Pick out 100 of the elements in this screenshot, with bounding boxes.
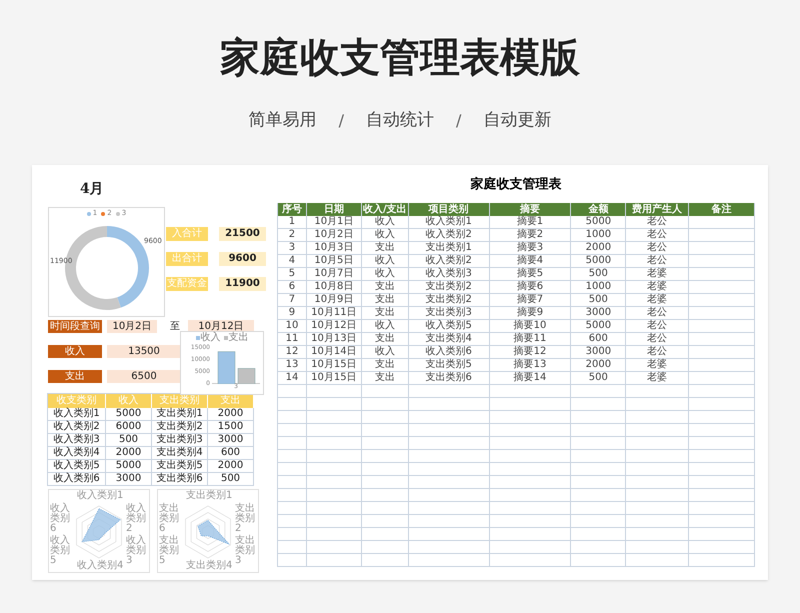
table-cell: 2 bbox=[278, 229, 307, 241]
table-cell: 老公 bbox=[626, 242, 690, 254]
table-cell: 收入类别6 bbox=[408, 346, 490, 358]
table-cell: 摘要4 bbox=[490, 255, 572, 267]
table-cell: 摘要13 bbox=[490, 359, 572, 371]
column-header: 日期 bbox=[306, 203, 362, 216]
month-label: 4月 bbox=[80, 181, 105, 197]
table-cell: 支出类别6 bbox=[152, 473, 208, 485]
table-cell: 老公 bbox=[626, 255, 690, 267]
axis-label: 支出类别4 bbox=[186, 561, 232, 571]
table-cell: 收入类别5 bbox=[48, 460, 106, 472]
table-cell: 摘要12 bbox=[490, 346, 572, 358]
table-cell: 支出 bbox=[362, 359, 409, 371]
table-cell: 1000 bbox=[571, 281, 626, 293]
table-cell: 摘要2 bbox=[490, 229, 572, 241]
table-cell: 10月8日 bbox=[306, 281, 362, 293]
table-cell: 老婆 bbox=[626, 359, 690, 371]
table-cell: 6 bbox=[278, 281, 307, 293]
summary-label: 出合计 bbox=[166, 252, 208, 266]
table-cell: 老婆 bbox=[626, 294, 690, 306]
table-cell: 支出 bbox=[362, 372, 409, 384]
table-cell: 支出 bbox=[362, 294, 409, 306]
legend-label: 支出 bbox=[228, 333, 248, 343]
table-cell: 5000 bbox=[571, 320, 626, 332]
table-cell: 支出类别1 bbox=[152, 408, 208, 420]
table-cell: 12 bbox=[278, 346, 307, 358]
table-cell: 4 bbox=[278, 255, 307, 267]
axis-label: 支出类别1 bbox=[186, 491, 232, 501]
table-cell: 10月15日 bbox=[306, 372, 362, 384]
legend-swatch-icon bbox=[196, 336, 200, 340]
table-cell: 支出类别4 bbox=[408, 333, 490, 345]
table-cell: 收入 bbox=[362, 268, 409, 280]
legend-label: 收入 bbox=[200, 333, 220, 343]
table-cell: 5000 bbox=[571, 255, 626, 267]
table-cell: 3000 bbox=[106, 473, 152, 485]
table-cell: 9 bbox=[278, 307, 307, 319]
table-cell: 500 bbox=[571, 294, 626, 306]
table-cell: 收入类别1 bbox=[48, 408, 106, 420]
table-cell: 500 bbox=[106, 434, 152, 446]
table-cell: 支出类别3 bbox=[408, 307, 490, 319]
axis-label: 收入类别5 bbox=[50, 536, 71, 566]
table-cell: 2000 bbox=[571, 359, 626, 371]
table-cell: 3000 bbox=[571, 346, 626, 358]
range-separator: 至 bbox=[170, 322, 180, 332]
table-cell: 3000 bbox=[208, 434, 254, 446]
summary-value: 9600 bbox=[219, 252, 266, 266]
table-cell: 6000 bbox=[106, 421, 152, 433]
table-cell: 支出 bbox=[362, 333, 409, 345]
table-cell: 2000 bbox=[208, 408, 254, 420]
table-cell: 摘要5 bbox=[490, 268, 572, 280]
column-header: 收入/支出 bbox=[362, 203, 409, 216]
column-header: 备注 bbox=[689, 203, 756, 216]
total-value: 6500 bbox=[107, 370, 181, 383]
table-cell: 10月13日 bbox=[306, 333, 362, 345]
table-cell: 摘要7 bbox=[490, 294, 572, 306]
axis-label: 收入类别1 bbox=[77, 491, 124, 501]
feature-tag: 简单易用 bbox=[248, 108, 317, 134]
total-label: 收入 bbox=[48, 345, 102, 358]
table-cell: 600 bbox=[571, 333, 626, 345]
table-cell: 支出 bbox=[362, 281, 409, 293]
table-cell: 10月15日 bbox=[306, 359, 362, 371]
table-cell: 支出 bbox=[362, 242, 409, 254]
table-cell: 收入 bbox=[362, 346, 409, 358]
summary-value: 21500 bbox=[219, 227, 266, 241]
table-cell: 摘要14 bbox=[490, 372, 572, 384]
table-cell: 收入 bbox=[362, 229, 409, 241]
table-cell: 10月14日 bbox=[306, 346, 362, 358]
column-header: 收入 bbox=[106, 394, 152, 408]
table-cell: 500 bbox=[571, 372, 626, 384]
table-cell: 10月7日 bbox=[306, 268, 362, 280]
date-field[interactable]: 10月2日 bbox=[107, 320, 157, 333]
table-cell: 10月12日 bbox=[306, 320, 362, 332]
column-header: 序号 bbox=[278, 203, 307, 216]
table-cell: 支出类别4 bbox=[152, 447, 208, 459]
column-header: 收支类别 bbox=[48, 394, 106, 408]
table-cell: 10 bbox=[278, 320, 307, 332]
table-cell: 3 bbox=[278, 242, 307, 254]
table-cell: 摘要9 bbox=[490, 307, 572, 319]
table-cell: 摘要3 bbox=[490, 242, 572, 254]
table-cell: 收入类别3 bbox=[48, 434, 106, 446]
legend-swatch-icon bbox=[224, 336, 228, 340]
table-cell: 支出类别3 bbox=[152, 434, 208, 446]
table-cell: 600 bbox=[208, 447, 254, 459]
table-cell: 13 bbox=[278, 359, 307, 371]
table-cell: 收入类别4 bbox=[48, 447, 106, 459]
table-cell: 收入 bbox=[362, 216, 409, 228]
page-title: 家庭收支管理表模版 bbox=[220, 34, 580, 83]
table-cell: 10月11日 bbox=[306, 307, 362, 319]
table-cell: 老公 bbox=[626, 346, 690, 358]
table-cell: 支出类别2 bbox=[152, 421, 208, 433]
table-cell: 老公 bbox=[626, 307, 690, 319]
table-cell: 收入类别3 bbox=[408, 268, 490, 280]
table-cell: 5000 bbox=[571, 216, 626, 228]
feature-tag: 自动更新 bbox=[483, 108, 552, 134]
table-cell: 支出类别1 bbox=[408, 242, 490, 254]
sheet-title: 家庭收支管理表 bbox=[470, 177, 562, 194]
table-cell: 11 bbox=[278, 333, 307, 345]
axis-label: 收入类别2 bbox=[126, 504, 147, 534]
table-cell: 支出 bbox=[362, 307, 409, 319]
column-header: 费用产生人 bbox=[626, 203, 690, 216]
